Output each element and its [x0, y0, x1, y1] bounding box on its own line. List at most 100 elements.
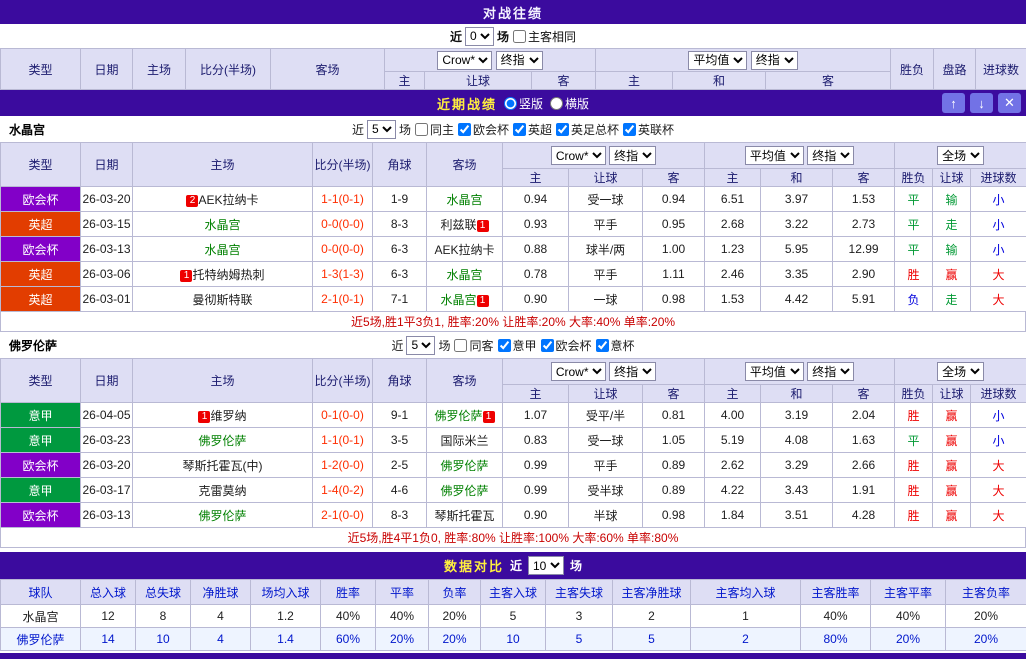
comp-checkbox[interactable]: [498, 339, 511, 352]
away-team-name[interactable]: 水晶宫: [446, 268, 482, 282]
match-row: 欧会杯 26-03-13 佛罗伦萨 2-1(0-0) 8-3 琴斯托霍瓦 0.9…: [1, 503, 1026, 528]
comp-checkbox[interactable]: [541, 339, 554, 352]
crystal-filter-row: 水晶宫 近 5 场 同主 欧会杯 英超 英足总杯 英联杯: [0, 116, 1026, 142]
comp-filter-option[interactable]: 欧会杯: [540, 337, 592, 354]
team-name-cell[interactable]: 水晶宫: [1, 605, 81, 628]
stat-cell: 40%: [376, 605, 429, 628]
score-cell[interactable]: 0-0(0-0): [313, 237, 373, 262]
home-team-name[interactable]: 佛罗伦萨: [198, 509, 246, 523]
eu-bookmaker-select[interactable]: 平均值: [745, 146, 804, 165]
comp-checkbox[interactable]: [458, 123, 471, 136]
score-cell[interactable]: 1-1(0-1): [313, 428, 373, 453]
away-team-name[interactable]: 佛罗伦萨: [440, 459, 488, 473]
same-away-checkbox[interactable]: [454, 339, 467, 352]
ah-bookmaker-select[interactable]: Crow*: [551, 362, 606, 381]
score-cell[interactable]: 0-1(0-0): [313, 403, 373, 428]
home-team-name[interactable]: 维罗纳: [210, 409, 246, 423]
comp-checkbox[interactable]: [556, 123, 569, 136]
close-button[interactable]: ✕: [998, 93, 1021, 113]
col-eu-away: 客: [766, 72, 891, 90]
horizontal-radio[interactable]: [550, 97, 563, 110]
league-cell[interactable]: 意甲: [1, 403, 81, 428]
move-down-button[interactable]: ↓: [970, 93, 993, 113]
comp-filter-option[interactable]: 英超: [512, 121, 552, 138]
eu-bookmaker-select[interactable]: 平均值: [688, 51, 747, 70]
scope-select[interactable]: 全场: [937, 146, 984, 165]
ah-stage-select[interactable]: 终指: [496, 51, 543, 70]
compare-count-select[interactable]: 10: [528, 556, 564, 575]
home-team-name[interactable]: 克雷莫纳: [198, 484, 246, 498]
home-team-name[interactable]: 琴斯托霍瓦(中): [183, 459, 263, 473]
away-team-name[interactable]: 水晶宫: [446, 193, 482, 207]
comp-checkbox[interactable]: [513, 123, 526, 136]
ah-stage-select[interactable]: 终指: [609, 362, 656, 381]
vertical-radio[interactable]: [504, 97, 517, 110]
score-cell[interactable]: 1-2(0-0): [313, 453, 373, 478]
ah-bookmaker-select[interactable]: Crow*: [437, 51, 492, 70]
comp-filter-option[interactable]: 意杯: [595, 337, 635, 354]
vertical-layout-option[interactable]: 竖版: [503, 95, 543, 112]
comp-filter-option[interactable]: 欧会杯: [457, 121, 509, 138]
ah-away-odds: 0.98: [643, 503, 705, 528]
league-cell[interactable]: 英超: [1, 262, 81, 287]
away-cell: 佛罗伦萨1: [427, 403, 503, 428]
crystal-team-name[interactable]: 水晶宫: [9, 121, 45, 138]
score-cell[interactable]: 2-1(0-0): [313, 503, 373, 528]
home-team-name[interactable]: 托特纳姆热刺: [192, 268, 264, 282]
eu-stage-select[interactable]: 终指: [807, 146, 854, 165]
away-team-name[interactable]: 利兹联: [440, 218, 476, 232]
score-cell[interactable]: 1-3(1-3): [313, 262, 373, 287]
away-team-name[interactable]: AEK拉纳卡: [434, 243, 494, 257]
away-team-name[interactable]: 琴斯托霍瓦: [434, 509, 494, 523]
away-team-name[interactable]: 佛罗伦萨: [434, 409, 482, 423]
league-cell[interactable]: 欧会杯: [1, 187, 81, 212]
eu-stage-select[interactable]: 终指: [751, 51, 798, 70]
home-team-name[interactable]: 水晶宫: [204, 243, 240, 257]
comp-filter-option[interactable]: 英足总杯: [555, 121, 619, 138]
home-team-name[interactable]: 水晶宫: [204, 218, 240, 232]
eu-stage-select[interactable]: 终指: [807, 362, 854, 381]
same-home-checkbox[interactable]: [415, 123, 428, 136]
horizontal-layout-option[interactable]: 横版: [549, 95, 589, 112]
fiorentina-count-select[interactable]: 5: [406, 336, 435, 355]
crystal-count-select[interactable]: 5: [367, 120, 396, 139]
score-cell[interactable]: 1-1(0-1): [313, 187, 373, 212]
team-name-cell[interactable]: 佛罗伦萨: [1, 628, 81, 651]
score-cell[interactable]: 2-1(0-1): [313, 287, 373, 312]
same-venue-checkbox[interactable]: [513, 30, 526, 43]
same-home-option[interactable]: 同主: [414, 121, 454, 138]
comp-filter-option[interactable]: 意甲: [497, 337, 537, 354]
league-cell[interactable]: 欧会杯: [1, 503, 81, 528]
comp-filter-option[interactable]: 英联杯: [622, 121, 674, 138]
ah-stage-select[interactable]: 终指: [609, 146, 656, 165]
col-date: 日期: [81, 359, 133, 403]
league-cell[interactable]: 英超: [1, 212, 81, 237]
league-cell[interactable]: 英超: [1, 287, 81, 312]
home-cell: 1托特纳姆热刺: [133, 262, 313, 287]
league-cell[interactable]: 欧会杯: [1, 237, 81, 262]
away-team-name[interactable]: 佛罗伦萨: [440, 484, 488, 498]
league-cell[interactable]: 意甲: [1, 478, 81, 503]
date-cell: 26-03-15: [81, 212, 133, 237]
move-up-button[interactable]: ↑: [942, 93, 965, 113]
score-cell[interactable]: 0-0(0-0): [313, 212, 373, 237]
away-team-name[interactable]: 水晶宫: [440, 293, 476, 307]
home-team-name[interactable]: 佛罗伦萨: [198, 434, 246, 448]
home-team-name[interactable]: 曼彻斯特联: [192, 293, 252, 307]
comp-checkbox[interactable]: [596, 339, 609, 352]
fiorentina-team-name[interactable]: 佛罗伦萨: [9, 337, 57, 354]
eu-bookmaker-select[interactable]: 平均值: [745, 362, 804, 381]
away-team-name[interactable]: 国际米兰: [440, 434, 488, 448]
league-cell[interactable]: 欧会杯: [1, 453, 81, 478]
ah-result-cell: 赢: [933, 428, 971, 453]
same-venue-option[interactable]: 主客相同: [512, 28, 576, 45]
same-away-option[interactable]: 同客: [453, 337, 493, 354]
h2h-count-select[interactable]: 0: [465, 27, 494, 46]
league-cell[interactable]: 意甲: [1, 428, 81, 453]
scope-select[interactable]: 全场: [937, 362, 984, 381]
score-cell[interactable]: 1-4(0-2): [313, 478, 373, 503]
comp-checkbox[interactable]: [623, 123, 636, 136]
home-team-name[interactable]: AEK拉纳卡: [198, 193, 258, 207]
ah-bookmaker-select[interactable]: Crow*: [551, 146, 606, 165]
stat-cell: 5: [546, 628, 613, 651]
